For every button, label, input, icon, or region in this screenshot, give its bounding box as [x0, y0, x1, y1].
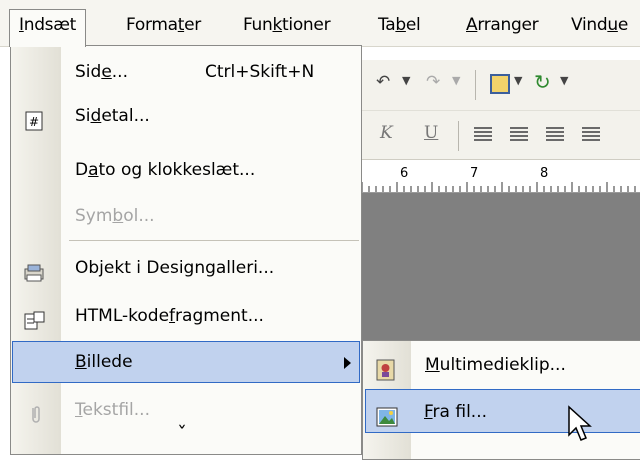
clip-art-icon — [375, 354, 397, 381]
menu-arrange[interactable]: Arranger — [457, 10, 547, 40]
justify-icon[interactable] — [582, 127, 600, 141]
picture-submenu: Multimedieklip... Fra fil... — [362, 340, 640, 460]
rotate-dropdown-icon[interactable]: ▼ — [560, 74, 568, 87]
menu-item-label: Fra fil... — [424, 402, 487, 422]
menu-item-page-number[interactable]: # Sidetal... — [12, 96, 360, 136]
toolbar-separator — [475, 70, 476, 100]
formatting-toolbar: K U — [362, 111, 640, 160]
menu-separator — [69, 240, 359, 241]
menu-item-label: Sidetal... — [75, 106, 150, 126]
menu-item-date-time[interactable]: Dato og klokkeslæt... — [12, 150, 360, 190]
redo-dropdown-icon[interactable]: ▼ — [452, 74, 460, 87]
italic-button[interactable]: K — [380, 123, 393, 143]
menu-item-label: Tekstfil... — [75, 400, 150, 420]
menu-tools[interactable]: Funktioner — [234, 10, 339, 40]
menu-window[interactable]: Vindue — [562, 10, 637, 40]
align-left-icon[interactable] — [474, 127, 492, 141]
picture-from-file-icon — [376, 401, 398, 427]
menu-item-picture[interactable]: Billede — [12, 341, 360, 383]
menu-item-clip-art[interactable]: Multimedieklip... — [365, 343, 640, 387]
menu-item-from-file[interactable]: Fra fil... — [365, 389, 640, 433]
menu-item-design-gallery[interactable]: Objekt i Designgalleri... — [12, 248, 360, 288]
redo-icon[interactable]: ↷ — [426, 72, 440, 92]
svg-text:#: # — [29, 115, 39, 129]
toolbar-separator — [458, 121, 459, 151]
menu-bar: Indsæt Formater Funktioner Tabel Arrange… — [0, 0, 640, 47]
menu-item-label: HTML-kodefragment... — [75, 306, 264, 326]
underline-button[interactable]: U — [424, 123, 438, 143]
menu-item-label: Dato og klokkeslæt... — [75, 160, 256, 180]
menu-item-label: Billede — [75, 352, 133, 372]
ruler-label: 8 — [540, 166, 549, 181]
rotate-icon[interactable]: ↻ — [534, 70, 551, 94]
standard-toolbar: ↶ ▼ ↷ ▼ ▼ ↻ ▼ — [362, 60, 640, 111]
mouse-cursor-icon — [567, 405, 593, 450]
ruler-label: 7 — [470, 166, 479, 181]
menu-item-html-fragment[interactable]: HTML-kodefragment... — [12, 296, 360, 336]
menu-item-label: Symbol... — [75, 206, 155, 226]
menu-format[interactable]: Formater — [117, 10, 210, 40]
menu-item-shortcut: Ctrl+Skift+N — [205, 62, 315, 82]
align-center-icon[interactable] — [510, 127, 528, 141]
insert-menu: Side... Ctrl+Skift+N # Sidetal... Dato o… — [10, 45, 362, 455]
expand-menu-chevron-icon[interactable]: ˇ — [177, 424, 187, 444]
menu-item-page[interactable]: Side... Ctrl+Skift+N — [12, 52, 360, 92]
undo-dropdown-icon[interactable]: ▼ — [402, 74, 410, 87]
bring-forward-icon[interactable] — [490, 74, 510, 94]
html-fragment-icon — [24, 306, 46, 330]
arrange-dropdown-icon[interactable]: ▼ — [514, 74, 522, 87]
menu-item-symbol[interactable]: Symbol... — [12, 196, 360, 236]
ruler-label: 6 — [400, 166, 409, 181]
page-number-icon: # — [24, 106, 46, 131]
align-right-icon[interactable] — [546, 127, 564, 141]
submenu-arrow-icon — [344, 357, 351, 369]
menu-item-label: Multimedieklip... — [425, 355, 566, 375]
workspace-canvas — [362, 193, 640, 340]
menu-item-label: Side... — [75, 62, 128, 82]
design-gallery-icon — [24, 258, 46, 282]
menu-table[interactable]: Tabel — [369, 10, 429, 40]
paperclip-icon — [24, 400, 46, 423]
menu-item-label: Objekt i Designgalleri... — [75, 258, 275, 278]
menu-insert[interactable]: Indsæt — [9, 9, 86, 47]
undo-icon[interactable]: ↶ — [376, 72, 390, 92]
horizontal-ruler[interactable]: 6 7 8 — [362, 160, 640, 193]
